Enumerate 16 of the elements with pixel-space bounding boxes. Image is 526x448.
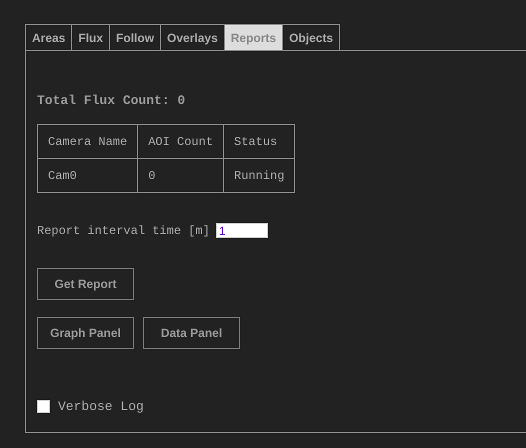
tab[interactable]: Objects [282,24,340,50]
column-header: Camera Name [38,124,138,158]
column-header: AOI Count [138,124,224,158]
panel-button[interactable]: Data Panel [143,317,240,349]
column-header: Status [224,124,295,158]
panel-button[interactable]: Get Report [37,268,134,300]
interval-field[interactable]: 1 [216,223,268,238]
table-cell: Running [224,158,295,192]
verbose-log-label: Verbose Log [58,399,144,414]
table-cell: 0 [138,158,224,192]
panel-button[interactable]: Graph Panel [37,317,134,349]
tab[interactable]: Areas [25,24,72,50]
checkbox[interactable] [37,400,50,413]
total-flux-count: Total Flux Count: 0 [37,93,186,108]
table-cell: Cam0 [38,158,138,192]
interval-label: Report interval time [m] [37,224,210,238]
